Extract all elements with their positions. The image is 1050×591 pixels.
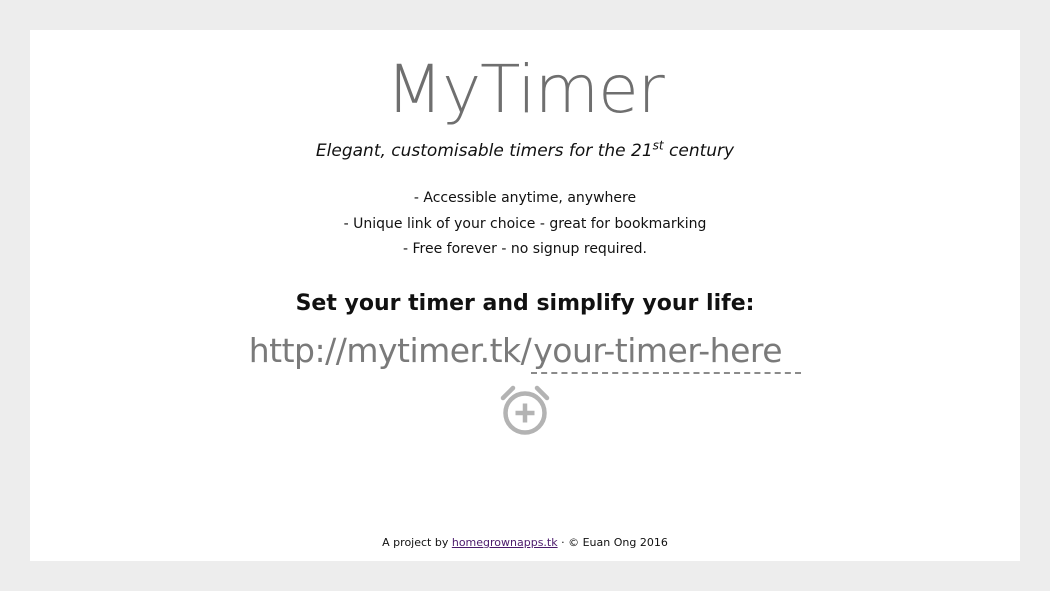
timer-name-input[interactable] xyxy=(531,331,802,374)
feature-item: - Unique link of your choice - great for… xyxy=(343,215,707,232)
add-alarm-icon xyxy=(500,385,550,435)
tagline-end: century xyxy=(663,141,735,161)
homegrownapps-link[interactable]: homegrownapps.tk xyxy=(452,536,558,549)
footer-prefix: A project by xyxy=(382,536,452,549)
timer-url-row: http://mytimer.tk/ xyxy=(30,328,1020,374)
add-timer-button[interactable] xyxy=(499,384,551,436)
footer-copyright: · © Euan Ong 2016 xyxy=(557,536,668,549)
feature-item: - Accessible anytime, anywhere xyxy=(413,190,637,206)
url-prefix: http://mytimer.tk/ xyxy=(248,331,532,370)
tagline-text: Elegant, customisable timers for the 21 xyxy=(315,141,653,161)
tagline-superscript: st xyxy=(652,138,664,153)
tagline: Elegant, customisable timers for the 21s… xyxy=(30,138,1020,164)
page-title: MyTimer xyxy=(386,51,665,128)
feature-item: - Free forever - no signup required. xyxy=(403,241,647,257)
cta-heading: Set your timer and simplify your life: xyxy=(295,291,755,316)
feature-list: - Accessible anytime, anywhere - Unique … xyxy=(30,186,1020,263)
main-card: MyTimer Elegant, customisable timers for… xyxy=(30,30,1020,561)
footer: A project by homegrownapps.tk · © Euan O… xyxy=(30,533,1020,553)
